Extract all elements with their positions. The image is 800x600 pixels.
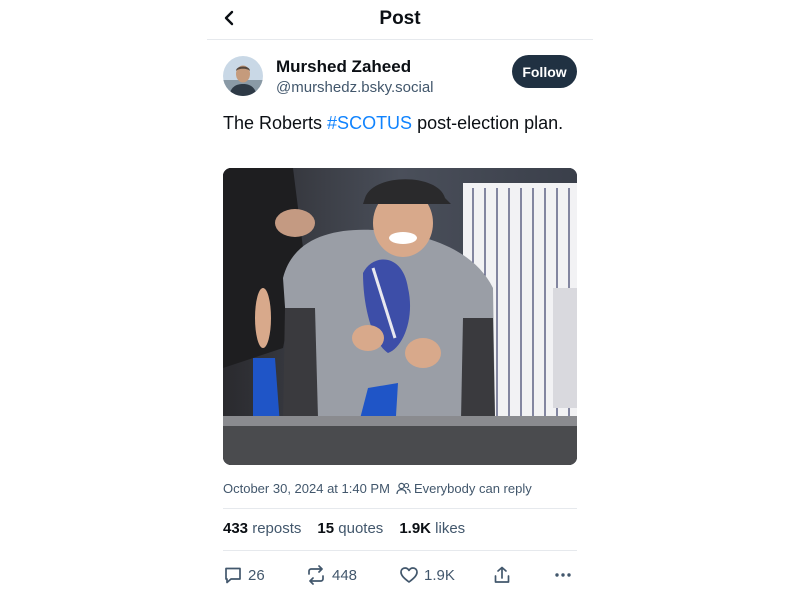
like-button[interactable]: 1.9K [399, 563, 455, 587]
post-thread-view: Post Murshed Zaheed @murshedz.bsky.socia… [207, 0, 593, 600]
post-text: The Roberts #SCOTUS post-election plan. [223, 111, 573, 135]
post-stats: 433 reposts 15 quotes 1.9K likes [223, 520, 465, 537]
reply-icon [225, 567, 241, 584]
reply-button[interactable]: 26 [223, 563, 265, 587]
post-text-lead: The Roberts [223, 113, 328, 133]
like-count: 1.9K [424, 566, 455, 584]
repost-icon [308, 565, 324, 585]
more-icon [555, 573, 571, 577]
people-icon [396, 482, 411, 495]
more-button[interactable] [553, 563, 573, 587]
reposts-count: 433 [223, 520, 249, 537]
divider [223, 508, 577, 509]
quotes-label: quotes [338, 520, 384, 537]
action-bar: 26 448 1.9K [223, 563, 577, 587]
quotes-count: 15 [317, 520, 335, 537]
post-image[interactable] [223, 168, 577, 465]
user-avatar-icon [223, 56, 263, 96]
repost-count: 448 [332, 566, 358, 584]
reply-setting: Everybody can reply [396, 481, 532, 496]
like-icon [400, 567, 418, 583]
page-title: Post [379, 8, 421, 29]
reply-setting-label: Everybody can reply [413, 481, 532, 496]
likes-count: 1.9K [399, 520, 431, 537]
post-text-tail: post-election plan. [412, 113, 564, 133]
share-icon [494, 566, 510, 583]
reposts-label: reposts [252, 520, 302, 537]
avatar[interactable] [223, 56, 263, 96]
likes-label: likes [435, 520, 466, 537]
divider [223, 550, 577, 551]
author-display-name[interactable]: Murshed Zaheed [276, 57, 411, 77]
share-button[interactable] [492, 563, 512, 587]
post-timestamp[interactable]: October 30, 2024 at 1:40 PM [223, 481, 390, 496]
post-photo [223, 168, 577, 465]
follow-button[interactable]: Follow [512, 55, 577, 88]
repost-button[interactable]: 448 [305, 563, 357, 587]
author-handle[interactable]: @murshedz.bsky.social [276, 79, 434, 96]
reply-count: 26 [248, 566, 265, 584]
hashtag-link[interactable]: #SCOTUS [327, 113, 412, 133]
top-bar: Post [207, 0, 593, 40]
reposts-stat[interactable]: 433 reposts [223, 520, 301, 537]
likes-stat[interactable]: 1.9K likes [399, 520, 465, 537]
quotes-stat[interactable]: 15 quotes [317, 520, 383, 537]
post-meta: October 30, 2024 at 1:40 PM Everybody ca… [223, 481, 532, 496]
